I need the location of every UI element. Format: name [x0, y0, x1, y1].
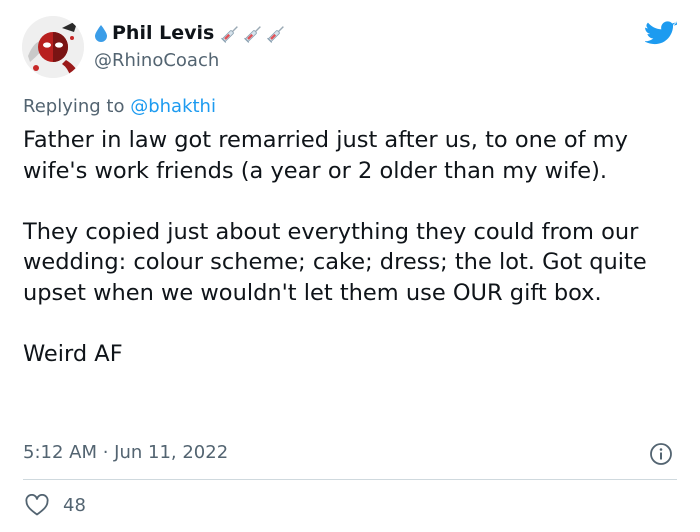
author-name-row[interactable]: Phil Levis [94, 22, 288, 44]
reply-context: Replying to @bhakthi [23, 96, 216, 117]
author-display-name[interactable]: Phil Levis [112, 22, 214, 44]
divider [23, 479, 677, 480]
tweet-paragraph: Weird AF [23, 340, 123, 367]
reply-prefix: Replying to [23, 96, 131, 117]
info-icon[interactable] [649, 442, 673, 466]
syringe-icon [244, 26, 262, 43]
like-action[interactable]: 48 [25, 494, 86, 516]
water-drop-icon [95, 25, 107, 42]
syringe-icon [221, 26, 239, 43]
reply-target-link[interactable]: @bhakthi [130, 96, 216, 117]
twitter-bird-icon[interactable] [645, 19, 677, 47]
syringe-icon [267, 26, 285, 43]
avatar[interactable] [22, 16, 84, 78]
tweet-paragraph: Father in law got remarried just after u… [23, 127, 628, 184]
tweet-text: Father in law got remarried just after u… [23, 125, 688, 369]
heart-icon[interactable] [25, 494, 49, 516]
tweet-paragraph: They copied just about everything they c… [23, 218, 647, 306]
author-handle[interactable]: @RhinoCoach [94, 50, 219, 71]
avatar-image [22, 16, 84, 78]
name-emoji-group [220, 22, 288, 44]
like-count: 48 [63, 494, 86, 516]
tweet-timestamp[interactable]: 5:12 AM · Jun 11, 2022 [23, 442, 228, 463]
